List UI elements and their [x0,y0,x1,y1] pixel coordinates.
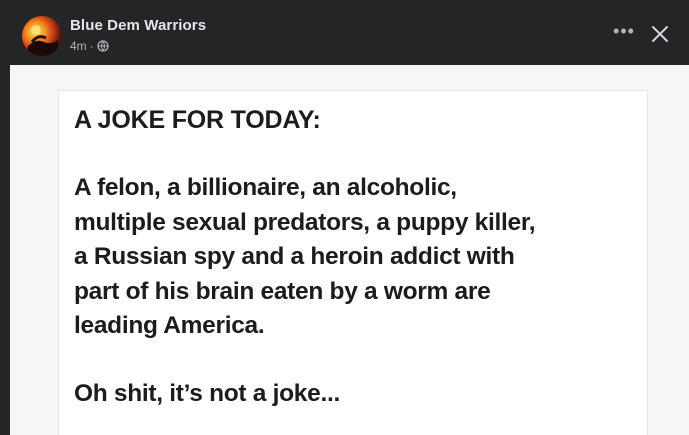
post-header: Blue Dem Warriors 4m · ••• [0,0,689,65]
joke-line: a Russian spy and a heroin addict with [74,243,515,270]
page-avatar[interactable] [22,16,62,56]
joke-line: A felon, a billionaire, an alcoholic, [74,174,457,201]
post-meta: 4m · [70,39,109,53]
joke-title: A JOKE FOR TODAY: [74,106,321,134]
avatar-image [26,25,58,56]
more-options-button[interactable]: ••• [610,22,638,46]
close-icon [652,26,668,42]
close-button[interactable] [646,20,674,48]
joke-line: part of his brain eaten by a worm are [74,277,491,305]
globe-icon [97,40,109,52]
joke-punchline: Oh shit, it’s not a joke... [74,380,340,407]
joke-line: leading America. [74,312,265,339]
post-timestamp[interactable]: 4m [70,39,87,53]
post-viewer: Blue Dem Warriors 4m · ••• A JOKE FOR TO… [0,0,689,435]
joke-body: A felon, a billionaire, an alcoholic, mu… [74,171,644,344]
page-name[interactable]: Blue Dem Warriors [70,17,206,34]
joke-line: multiple sexual predators, a puppy kille… [74,208,536,236]
meta-separator: · [89,39,94,53]
